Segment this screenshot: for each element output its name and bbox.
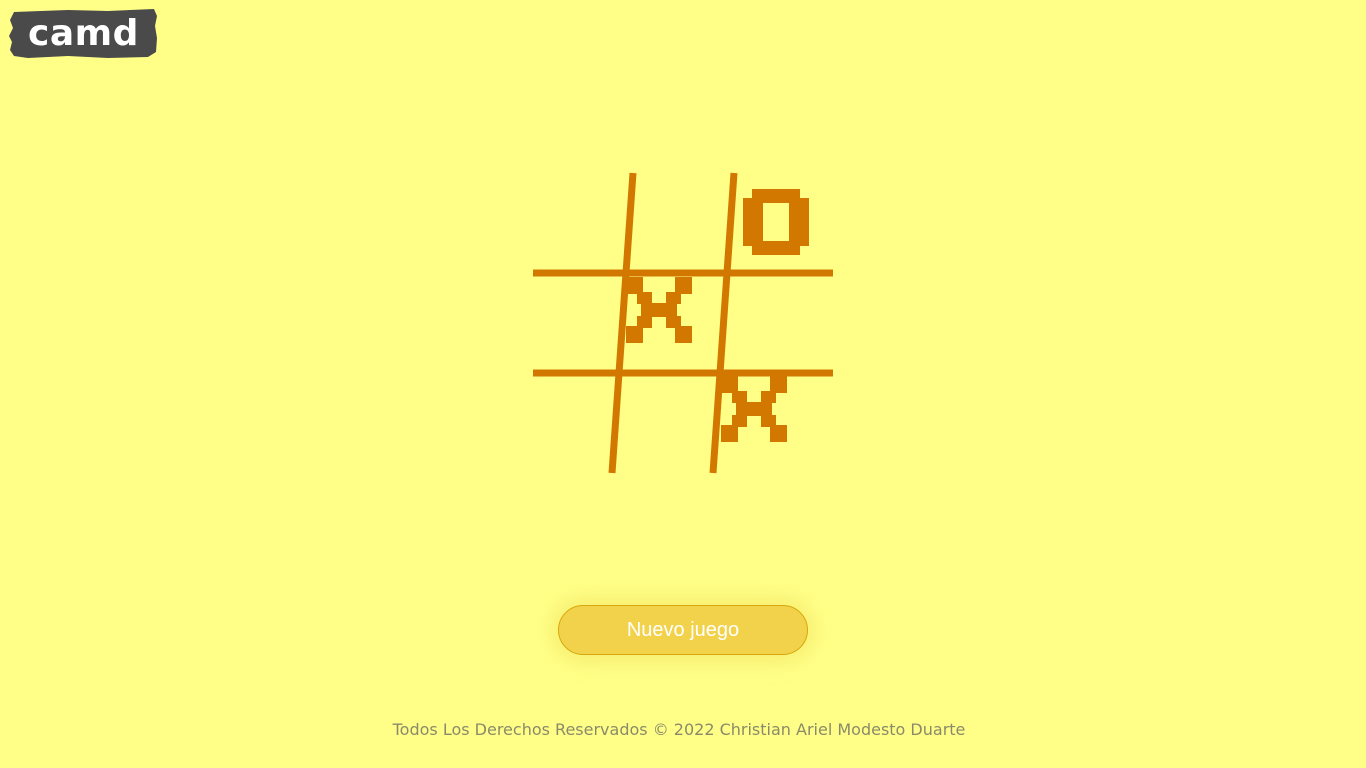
- logo-text: camd: [28, 13, 139, 54]
- board-cell-8[interactable]: [637, 376, 729, 468]
- footer-copyright: Todos Los Derechos Reservados © 2022 Chr…: [392, 720, 966, 739]
- game-board: [532, 172, 834, 474]
- x-mark-icon: [626, 277, 692, 343]
- board-cell-4[interactable]: [536, 277, 628, 369]
- board-cell-2[interactable]: [637, 176, 729, 268]
- new-game-button[interactable]: Nuevo juego: [558, 605, 808, 655]
- x-mark-icon: [721, 376, 787, 442]
- o-mark-icon: [743, 189, 809, 255]
- board-cell-6[interactable]: [735, 277, 827, 369]
- board-cell-7[interactable]: [536, 376, 628, 468]
- board-cell-5[interactable]: [626, 277, 718, 369]
- footer: Todos Los Derechos Reservados © 2022 Chr…: [0, 719, 1366, 741]
- board-cell-1[interactable]: [536, 176, 628, 268]
- board-cell-3[interactable]: [735, 176, 827, 268]
- logo[interactable]: camd: [8, 8, 158, 60]
- page: camd Nuevo juego Todos Los Derechos Rese…: [0, 0, 1366, 768]
- board-cell-9[interactable]: [721, 376, 813, 468]
